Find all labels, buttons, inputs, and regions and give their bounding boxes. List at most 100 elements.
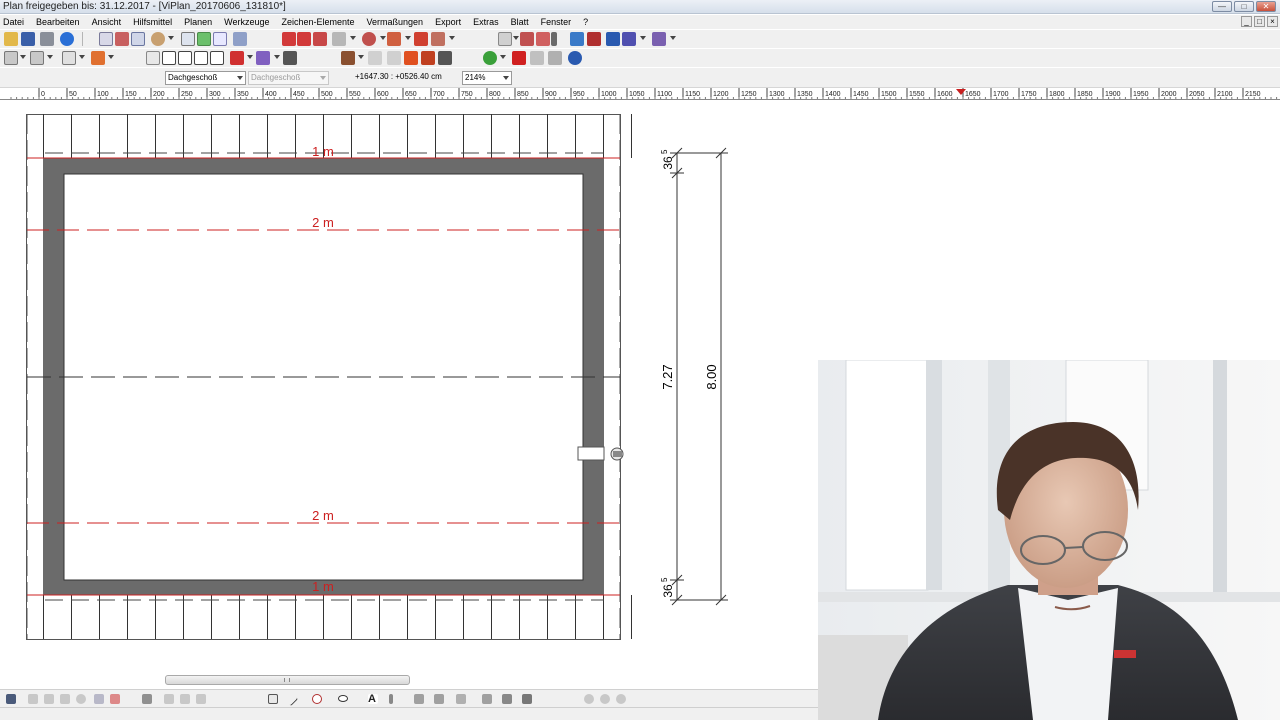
s-mode-icon[interactable] [194, 51, 208, 65]
paint-dropdown-icon[interactable] [358, 55, 364, 59]
3d-view-icon[interactable] [587, 32, 601, 46]
report-icon[interactable] [622, 32, 636, 46]
redo-dropdown-icon[interactable] [274, 55, 280, 59]
tool-disabled-icon[interactable] [76, 694, 86, 704]
pan-dropdown-icon[interactable] [168, 36, 174, 40]
save-icon[interactable] [21, 32, 35, 46]
wall-icon[interactable] [282, 32, 296, 46]
bearing-mode-icon[interactable] [178, 51, 192, 65]
circle-tool-icon[interactable] [312, 694, 322, 704]
info-icon[interactable] [60, 32, 74, 46]
lock-icon[interactable] [283, 51, 297, 65]
check-dropdown-icon[interactable] [247, 55, 253, 59]
menu-bearbeiten[interactable]: Bearbeiten [30, 16, 86, 29]
menu-zeichen-elemente[interactable]: Zeichen-Elemente [275, 16, 360, 29]
roof-dropdown-icon[interactable] [350, 36, 356, 40]
layer-icon[interactable] [498, 32, 512, 46]
elevation-icon[interactable] [536, 32, 550, 46]
stairs-icon[interactable] [362, 32, 376, 46]
tool-disabled-icon[interactable] [584, 694, 594, 704]
snap-points-icon[interactable] [197, 32, 211, 46]
wall-opening[interactable] [577, 446, 605, 461]
hatch-tool-icon[interactable] [414, 694, 424, 704]
tool-disabled-icon[interactable] [600, 694, 610, 704]
symbol-tool-icon[interactable] [456, 694, 466, 704]
scrollbar-thumb[interactable] [165, 675, 410, 685]
layer-dropdown-icon[interactable] [513, 36, 519, 40]
tool-disabled-icon[interactable] [28, 694, 38, 704]
measure-icon[interactable] [233, 32, 247, 46]
frame-icon[interactable] [421, 51, 435, 65]
tool-disabled-icon[interactable] [196, 694, 206, 704]
list-icon[interactable] [606, 32, 620, 46]
menu-hilfsmittel[interactable]: Hilfsmittel [127, 16, 178, 29]
menu-help[interactable]: ? [577, 16, 594, 29]
move-disabled-icon[interactable] [387, 51, 401, 65]
column-icon[interactable] [387, 32, 401, 46]
tools-icon[interactable] [548, 51, 562, 65]
arrow-tool-icon[interactable] [482, 694, 492, 704]
line-tool-icon[interactable] [283, 691, 299, 707]
ellipse-tool-icon[interactable] [338, 695, 348, 702]
home-icon[interactable] [4, 51, 18, 65]
fit-icon[interactable] [404, 51, 418, 65]
terrain-dropdown-icon[interactable] [670, 36, 676, 40]
minimize-button[interactable]: — [1212, 1, 1232, 12]
menu-ansicht[interactable]: Ansicht [86, 16, 128, 29]
delete-icon[interactable] [512, 51, 526, 65]
edit-disabled-icon[interactable] [368, 51, 382, 65]
tool-disabled-icon[interactable] [44, 694, 54, 704]
house-dropdown-icon[interactable] [47, 55, 53, 59]
zoom-select[interactable]: 214% [462, 71, 512, 85]
doc-restore-button[interactable]: □ [1254, 16, 1265, 27]
terrain-icon[interactable] [652, 32, 666, 46]
snap-icon[interactable] [6, 694, 16, 704]
zoom-icon[interactable] [131, 32, 145, 46]
menu-blatt[interactable]: Blatt [505, 16, 535, 29]
grid-tool-icon[interactable] [502, 694, 512, 704]
tool-disabled-icon[interactable] [164, 694, 174, 704]
menu-fenster[interactable]: Fenster [535, 16, 578, 29]
grid-icon[interactable] [213, 32, 227, 46]
menu-vermassungen[interactable]: Vermaßungen [361, 16, 430, 29]
fill-tool-icon[interactable] [434, 694, 444, 704]
wall-mode-icon[interactable] [162, 51, 176, 65]
tool-disabled-icon[interactable] [60, 694, 70, 704]
column-dropdown-icon[interactable] [405, 36, 411, 40]
zoom-window-icon[interactable] [99, 32, 113, 46]
floor-select[interactable]: Dachgeschoß [165, 71, 246, 85]
window-element-icon[interactable] [297, 32, 311, 46]
report-dropdown-icon[interactable] [640, 36, 646, 40]
dimension-tool-icon[interactable] [389, 694, 393, 704]
stairs-dropdown-icon[interactable] [380, 36, 386, 40]
paint-icon[interactable] [341, 51, 355, 65]
menu-werkzeuge[interactable]: Werkzeuge [218, 16, 275, 29]
opening-dropdown-icon[interactable] [449, 36, 455, 40]
redo-icon[interactable] [256, 51, 270, 65]
target-icon[interactable] [483, 51, 497, 65]
menu-export[interactable]: Export [429, 16, 467, 29]
home-dropdown-icon[interactable] [20, 55, 26, 59]
building-icon[interactable] [91, 51, 105, 65]
doc-close-button[interactable]: × [1267, 16, 1278, 27]
roof-icon[interactable] [332, 32, 346, 46]
check-icon[interactable] [230, 51, 244, 65]
tool-disabled-icon[interactable] [616, 694, 626, 704]
tool-disabled-icon[interactable] [180, 694, 190, 704]
target-dropdown-icon[interactable] [500, 55, 506, 59]
beam-icon[interactable] [414, 32, 428, 46]
image-icon[interactable] [570, 32, 584, 46]
print-icon[interactable] [40, 32, 54, 46]
pan-hand-icon[interactable] [151, 32, 165, 46]
tool-disabled-icon[interactable] [94, 694, 104, 704]
pin-icon[interactable] [530, 51, 544, 65]
settings-tool-icon[interactable] [522, 694, 532, 704]
floor-plan-icon[interactable] [62, 51, 76, 65]
open-folder-icon[interactable] [4, 32, 18, 46]
opening-icon[interactable] [431, 32, 445, 46]
text-tool-icon[interactable]: A [368, 694, 378, 705]
menu-datei[interactable]: Datei [1, 16, 30, 29]
euro-icon[interactable] [568, 51, 582, 65]
floor-plan-dropdown-icon[interactable] [79, 55, 85, 59]
select-icon[interactable] [146, 51, 160, 65]
